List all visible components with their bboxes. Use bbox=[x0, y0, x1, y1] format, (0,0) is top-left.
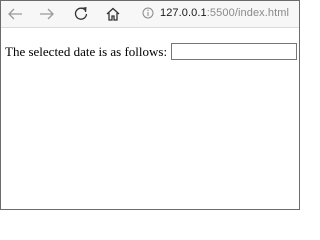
date-input[interactable] bbox=[171, 43, 298, 60]
url-host: 127.0.0.1 bbox=[160, 7, 207, 19]
home-icon bbox=[106, 7, 120, 21]
home-button[interactable] bbox=[102, 4, 124, 24]
page-content: The selected date is as follows: bbox=[1, 28, 299, 209]
browser-toolbar: 127.0.0.1:5500/index.html bbox=[1, 1, 299, 28]
url-port: :5500 bbox=[206, 7, 235, 19]
date-row: The selected date is as follows: bbox=[5, 43, 298, 60]
browser-window: 127.0.0.1:5500/index.html The selected d… bbox=[0, 0, 300, 210]
date-label: The selected date is as follows: bbox=[5, 43, 168, 59]
refresh-button[interactable] bbox=[70, 4, 92, 24]
info-icon[interactable] bbox=[142, 7, 154, 19]
forward-button[interactable] bbox=[36, 4, 58, 24]
url-text: 127.0.0.1:5500/index.html bbox=[160, 7, 289, 19]
forward-arrow-icon bbox=[40, 8, 54, 20]
refresh-icon bbox=[74, 7, 88, 20]
back-arrow-icon bbox=[8, 8, 22, 20]
url-path: /index.html bbox=[234, 7, 290, 19]
back-button[interactable] bbox=[4, 4, 26, 24]
address-bar[interactable]: 127.0.0.1:5500/index.html bbox=[138, 2, 299, 24]
